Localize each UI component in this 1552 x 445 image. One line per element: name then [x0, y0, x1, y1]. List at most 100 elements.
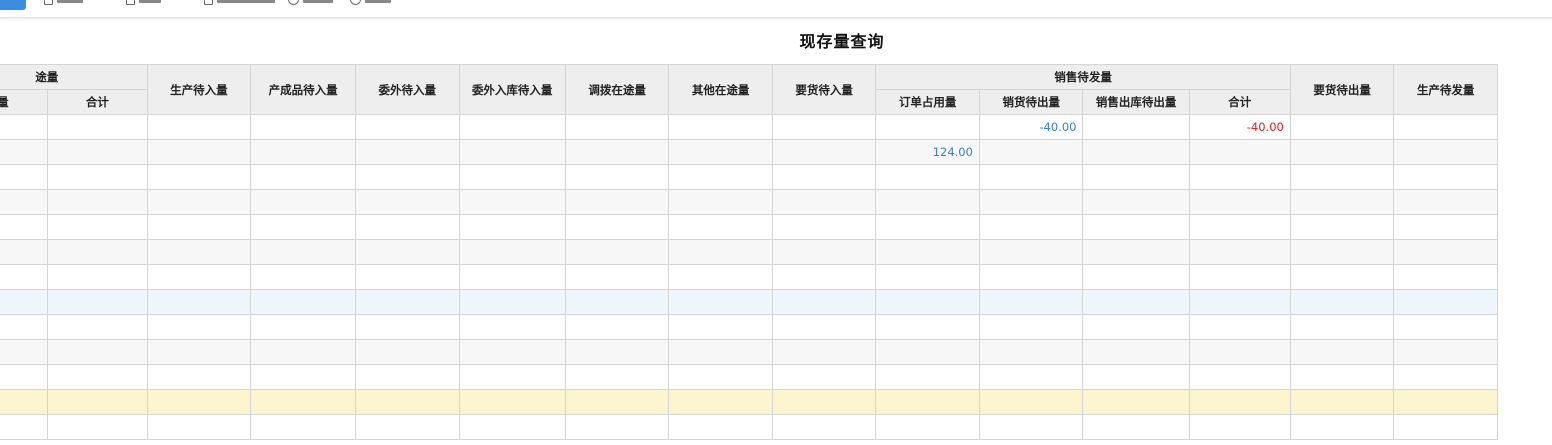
- cell-requisition-pending-in[interactable]: [771, 139, 877, 165]
- cell-sales-pending-out[interactable]: [978, 389, 1084, 415]
- cell-in-qty[interactable]: [0, 389, 49, 415]
- cell-order-occupied[interactable]: [875, 389, 980, 415]
- cell-sales-warehouse-pending-out[interactable]: [1082, 389, 1190, 415]
- toolbar-item-5[interactable]: [350, 0, 391, 6]
- cell-sales-pending-out[interactable]: [978, 339, 1084, 365]
- cell-order-occupied[interactable]: [875, 414, 980, 440]
- cell-prod-pending-out[interactable]: [1393, 139, 1498, 165]
- cell-outsource-pending-in[interactable]: [355, 414, 460, 440]
- cell-outsource-warehouse-pending-in[interactable]: [458, 164, 566, 190]
- cell-sales-total[interactable]: -40.00: [1188, 114, 1291, 140]
- cell-outsource-pending-in[interactable]: [355, 214, 460, 240]
- cell-in-qty[interactable]: [0, 214, 49, 240]
- cell-finished-pending-in[interactable]: [250, 114, 357, 140]
- cell-requisition-pending-out[interactable]: [1289, 214, 1395, 240]
- cell-transfer-in-transit[interactable]: [564, 389, 670, 415]
- cell-sales-total[interactable]: [1188, 239, 1291, 265]
- cell-outsource-pending-in[interactable]: [355, 339, 460, 365]
- cell-prod-pending-in[interactable]: [146, 139, 252, 165]
- cell-order-occupied[interactable]: [875, 339, 980, 365]
- cell-sales-warehouse-pending-out[interactable]: [1082, 264, 1190, 290]
- cell-sales-warehouse-pending-out[interactable]: [1082, 139, 1190, 165]
- cell-order-occupied[interactable]: [875, 264, 980, 290]
- cell-prod-pending-in[interactable]: [146, 114, 252, 140]
- cell-sales-warehouse-pending-out[interactable]: [1082, 314, 1190, 340]
- toolbar-item-1[interactable]: [44, 0, 83, 6]
- cell-in-total[interactable]: [47, 339, 148, 365]
- cell-finished-pending-in[interactable]: [250, 264, 357, 290]
- cell-outsource-warehouse-pending-in[interactable]: [458, 239, 566, 265]
- cell-prod-pending-out[interactable]: [1393, 189, 1498, 215]
- cell-in-total[interactable]: [47, 264, 148, 290]
- cell-sales-warehouse-pending-out[interactable]: [1082, 414, 1190, 440]
- cell-sales-warehouse-pending-out[interactable]: [1082, 214, 1190, 240]
- cell-order-occupied[interactable]: [875, 314, 980, 340]
- cell-prod-pending-in[interactable]: [146, 389, 252, 415]
- cell-outsource-warehouse-pending-in[interactable]: [458, 139, 566, 165]
- cell-sales-total[interactable]: [1188, 189, 1291, 215]
- cell-transfer-in-transit[interactable]: [564, 314, 670, 340]
- cell-requisition-pending-out[interactable]: [1289, 289, 1395, 315]
- header-in-total[interactable]: 合计: [47, 89, 148, 115]
- cell-in-qty[interactable]: [0, 289, 49, 315]
- cell-in-qty[interactable]: [0, 364, 49, 390]
- cell-transfer-in-transit[interactable]: [564, 264, 670, 290]
- cell-other-in-transit[interactable]: [668, 289, 773, 315]
- cell-sales-total[interactable]: [1188, 414, 1291, 440]
- cell-prod-pending-out[interactable]: [1393, 314, 1498, 340]
- cell-sales-pending-out[interactable]: [978, 264, 1084, 290]
- toolbar-item-3[interactable]: [204, 0, 275, 6]
- cell-sales-warehouse-pending-out[interactable]: [1082, 339, 1190, 365]
- cell-sales-total[interactable]: [1188, 139, 1291, 165]
- cell-order-occupied[interactable]: [875, 239, 980, 265]
- cell-other-in-transit[interactable]: [668, 139, 773, 165]
- table-row[interactable]: [0, 389, 1498, 415]
- cell-outsource-pending-in[interactable]: [355, 389, 460, 415]
- cell-outsource-pending-in[interactable]: [355, 164, 460, 190]
- cell-finished-pending-in[interactable]: [250, 289, 357, 315]
- cell-sales-total[interactable]: [1188, 314, 1291, 340]
- cell-finished-pending-in[interactable]: [250, 164, 357, 190]
- cell-sales-pending-out[interactable]: [978, 239, 1084, 265]
- cell-outsource-pending-in[interactable]: [355, 189, 460, 215]
- primary-toolbar-button[interactable]: [0, 0, 26, 10]
- header-other-in-transit[interactable]: 其他在途量: [668, 64, 773, 115]
- cell-outsource-warehouse-pending-in[interactable]: [458, 339, 566, 365]
- cell-in-qty[interactable]: [0, 114, 49, 140]
- cell-in-total[interactable]: [47, 214, 148, 240]
- cell-outsource-pending-in[interactable]: [355, 239, 460, 265]
- cell-sales-total[interactable]: [1188, 389, 1291, 415]
- cell-outsource-pending-in[interactable]: [355, 264, 460, 290]
- cell-requisition-pending-in[interactable]: [771, 389, 877, 415]
- cell-transfer-in-transit[interactable]: [564, 289, 670, 315]
- cell-sales-warehouse-pending-out[interactable]: [1082, 239, 1190, 265]
- cell-requisition-pending-out[interactable]: [1289, 364, 1395, 390]
- header-requisition-pending-in[interactable]: 要货待入量: [771, 64, 877, 115]
- cell-prod-pending-out[interactable]: [1393, 414, 1498, 440]
- cell-other-in-transit[interactable]: [668, 214, 773, 240]
- cell-requisition-pending-out[interactable]: [1289, 339, 1395, 365]
- table-row[interactable]: [0, 289, 1498, 315]
- cell-prod-pending-in[interactable]: [146, 164, 252, 190]
- cell-other-in-transit[interactable]: [668, 389, 773, 415]
- cell-in-total[interactable]: [47, 164, 148, 190]
- cell-prod-pending-out[interactable]: [1393, 264, 1498, 290]
- table-row[interactable]: [0, 414, 1498, 440]
- cell-in-total[interactable]: [47, 314, 148, 340]
- cell-outsource-pending-in[interactable]: [355, 114, 460, 140]
- cell-outsource-warehouse-pending-in[interactable]: [458, 389, 566, 415]
- cell-sales-total[interactable]: [1188, 364, 1291, 390]
- cell-requisition-pending-out[interactable]: [1289, 114, 1395, 140]
- cell-finished-pending-in[interactable]: [250, 414, 357, 440]
- cell-order-occupied[interactable]: [875, 289, 980, 315]
- cell-order-occupied[interactable]: [875, 114, 980, 140]
- cell-requisition-pending-out[interactable]: [1289, 389, 1395, 415]
- cell-prod-pending-out[interactable]: [1393, 114, 1498, 140]
- cell-in-qty[interactable]: [0, 139, 49, 165]
- cell-prod-pending-in[interactable]: [146, 314, 252, 340]
- cell-in-total[interactable]: [47, 189, 148, 215]
- cell-finished-pending-in[interactable]: [250, 389, 357, 415]
- cell-outsource-pending-in[interactable]: [355, 289, 460, 315]
- cell-order-occupied[interactable]: [875, 364, 980, 390]
- cell-other-in-transit[interactable]: [668, 314, 773, 340]
